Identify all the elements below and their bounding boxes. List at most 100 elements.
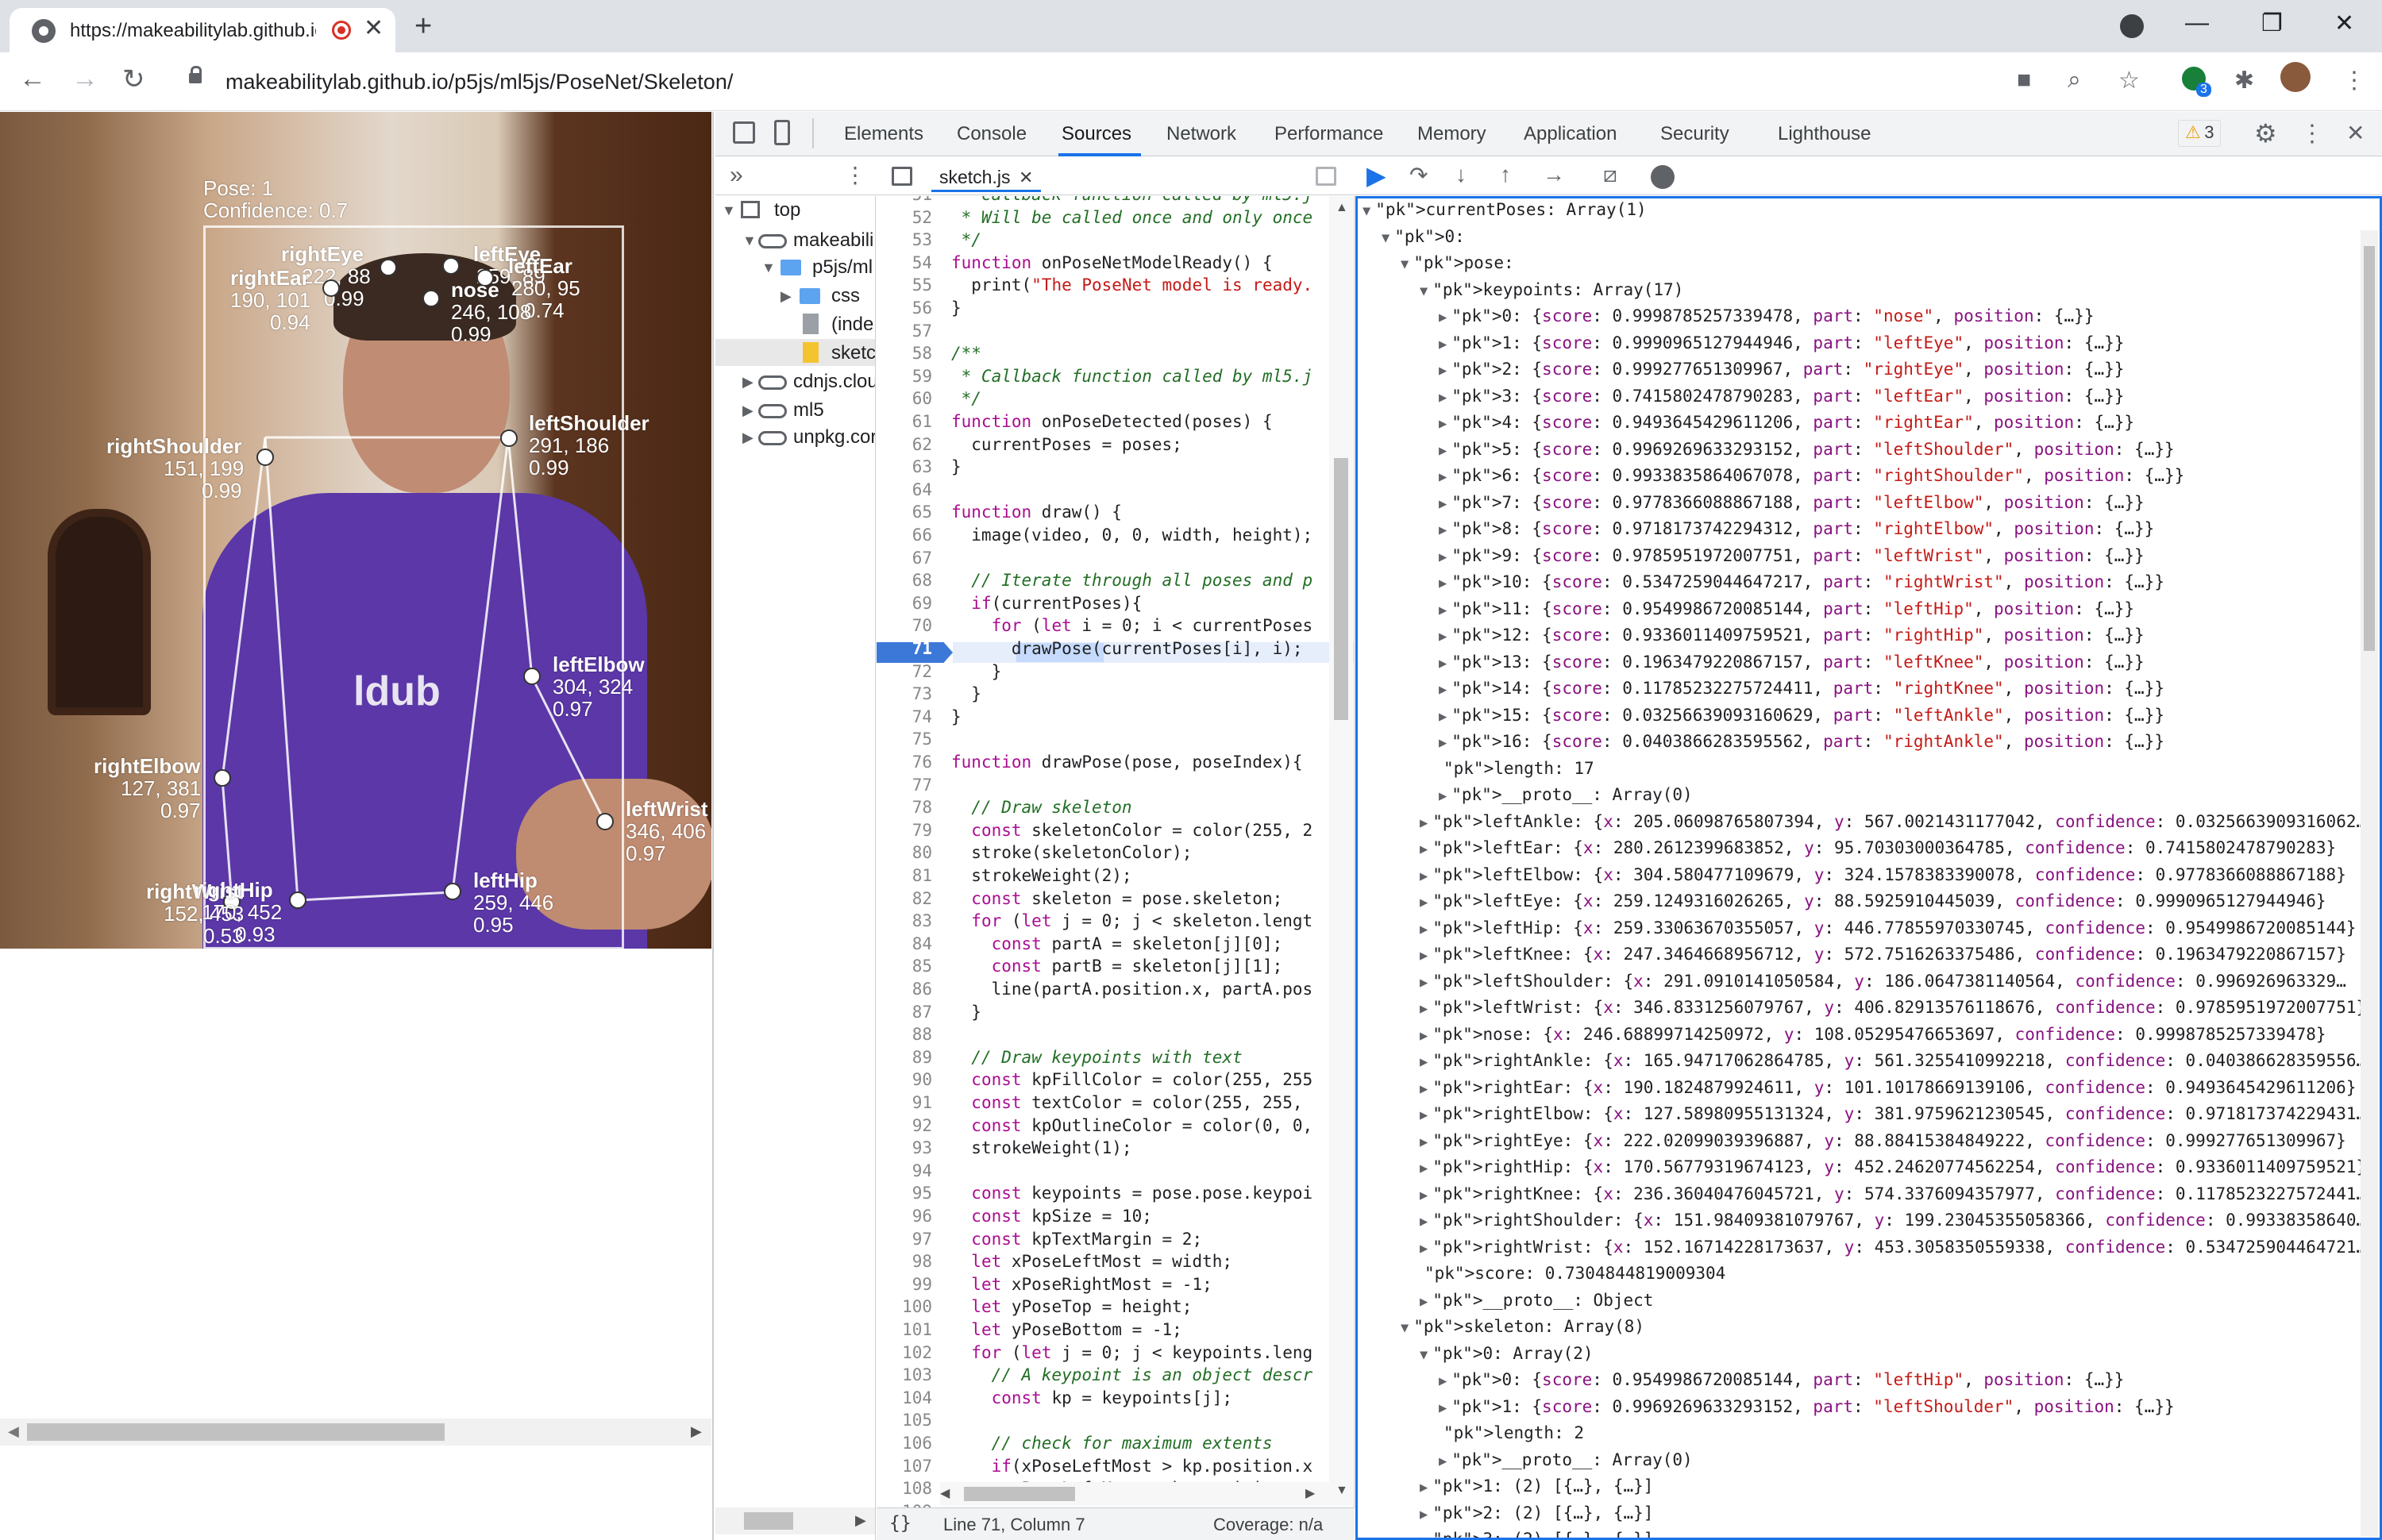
expanded-arrow-icon[interactable]: ▼ (1401, 1320, 1409, 1336)
scroll-left-icon[interactable]: ◀ (8, 1423, 19, 1440)
tree-item-index[interactable]: (inde (715, 310, 875, 337)
collapsed-arrow-icon[interactable]: ▶ (1420, 1134, 1428, 1150)
editor-tab-close-icon[interactable]: ✕ (1019, 167, 1033, 187)
line-number[interactable]: 85 (877, 957, 932, 976)
scrollbar-thumb[interactable] (744, 1512, 793, 1530)
collapsed-arrow-icon[interactable]: ▶ (1420, 1081, 1428, 1097)
scope-row[interactable]: ▶ "pk">1: {score: 0.9969269633293152, par… (1439, 1397, 2175, 1416)
line-number[interactable]: 61 (877, 412, 932, 431)
expanded-arrow-icon[interactable]: ▼ (1382, 230, 1390, 246)
tree-item-p5js-folder[interactable]: ▼ p5js/ml (715, 253, 875, 280)
step-into-icon[interactable]: ↓ (1455, 162, 1467, 187)
restore-icon[interactable]: ❐ (2261, 10, 2283, 37)
scope-row[interactable]: ▶ "pk">4: {score: 0.9493645429611206, par… (1439, 413, 2134, 432)
scope-row[interactable]: ▶ "pk">12: {score: 0.9336011409759521, pa… (1439, 626, 2145, 645)
line-number[interactable]: 95 (877, 1184, 932, 1203)
scope-row[interactable]: ▶ "pk">leftEye: {x: 259.1249316026265, y:… (1420, 891, 2326, 911)
tab-elements[interactable]: Elements (844, 123, 923, 145)
line-number[interactable]: 104 (877, 1388, 932, 1407)
line-number[interactable]: 84 (877, 934, 932, 953)
collapsed-arrow-icon[interactable]: ▶ (1420, 1214, 1428, 1230)
line-number[interactable]: 96 (877, 1207, 932, 1226)
scope-row[interactable]: ▶ "pk">rightHip: {x: 170.56779319674123, … (1420, 1157, 2366, 1176)
scope-row[interactable]: ▶ "pk">leftAnkle: {x: 205.06098765807394,… (1420, 812, 2366, 831)
navigator-menu-icon[interactable]: ⋮ (844, 162, 866, 188)
collapsed-arrow-icon[interactable]: ▶ (1420, 895, 1428, 911)
forward-icon[interactable]: → (71, 64, 98, 94)
collapsed-arrow-icon[interactable]: ▶ (1439, 363, 1447, 379)
scrollbar-thumb[interactable] (2364, 246, 2375, 651)
line-number[interactable]: 90 (877, 1070, 932, 1089)
tab-console[interactable]: Console (957, 123, 1027, 145)
line-number[interactable]: 63 (877, 457, 932, 476)
collapsed-arrow-icon[interactable]: ▶ (1420, 815, 1428, 831)
scope-row[interactable]: ▶ "pk">__proto__: Array(0) (1439, 1450, 1693, 1469)
expanded-arrow-icon[interactable]: ▼ (1363, 203, 1370, 219)
line-number[interactable]: 100 (877, 1297, 932, 1316)
scope-row[interactable]: ▼ "pk">keypoints: Array(17) (1420, 280, 1683, 299)
collapsed-arrow-icon[interactable]: ▶ (1439, 1453, 1447, 1469)
collapsed-arrow-icon[interactable]: ▶ (1439, 682, 1447, 698)
scroll-down-icon[interactable]: ▼ (1336, 1484, 1348, 1498)
collapsed-arrow-icon[interactable]: ▶ (1439, 496, 1447, 512)
collapsed-arrow-icon[interactable]: ▶ (1439, 709, 1447, 725)
inspect-element-icon[interactable] (733, 121, 755, 144)
scope-row[interactable]: ▶ "pk">14: {score: 0.11785232275724411, p… (1439, 679, 2164, 698)
scope-row[interactable]: ▶ "pk">leftEar: {x: 280.2612399683852, y:… (1420, 838, 2336, 857)
line-number[interactable]: 108 (877, 1479, 932, 1498)
collapsed-arrow-icon[interactable]: ▶ (1439, 390, 1447, 406)
line-number[interactable]: 97 (877, 1230, 932, 1249)
scroll-right-icon[interactable]: ▶ (1305, 1485, 1315, 1501)
close-devtools-icon[interactable]: ✕ (2346, 120, 2365, 146)
expanded-arrow-icon[interactable]: ▼ (1420, 1347, 1428, 1363)
collapsed-arrow-icon[interactable]: ▶ (1420, 1001, 1428, 1017)
collapsed-arrow-icon[interactable]: ▶ (1439, 337, 1447, 352)
tree-item-ml5[interactable]: ▶ ml5 (715, 396, 875, 423)
line-number[interactable]: 94 (877, 1161, 932, 1180)
line-number[interactable]: 54 (877, 253, 932, 272)
scope-row[interactable]: ▶ "pk">11: {score: 0.9549986720085144, pa… (1439, 599, 2134, 618)
scope-row[interactable]: ▶ "pk">leftWrist: {x: 346.8331256079767, … (1420, 998, 2366, 1017)
line-number[interactable]: 74 (877, 707, 932, 726)
scope-row[interactable]: ▶ "pk">15: {score: 0.03256639093160629, p… (1439, 706, 2164, 725)
scope-row[interactable]: ▶ "pk">0: {score: 0.9549986720085144, par… (1439, 1370, 2124, 1389)
scope-row[interactable]: ▶ "pk">8: {score: 0.9718173742294312, par… (1439, 519, 2154, 538)
line-number[interactable]: 79 (877, 821, 932, 840)
line-number[interactable]: 102 (877, 1343, 932, 1362)
collapsed-arrow-icon[interactable]: ▶ (1439, 443, 1447, 459)
scroll-up-icon[interactable]: ▲ (1336, 201, 1348, 215)
line-number[interactable]: 77 (877, 776, 932, 795)
collapsed-arrow-icon[interactable]: ▶ (1420, 1188, 1428, 1203)
collapsed-arrow-icon[interactable]: ▶ (1439, 1373, 1447, 1389)
line-number[interactable]: 64 (877, 480, 932, 499)
collapsed-arrow-icon[interactable]: ▶ (1439, 603, 1447, 618)
line-number[interactable]: 66 (877, 526, 932, 545)
line-number[interactable]: 71 (877, 639, 932, 658)
tab-application[interactable]: Application (1524, 123, 1617, 145)
toggle-debugger-icon[interactable] (1316, 167, 1336, 186)
scroll-left-icon[interactable]: ◀ (940, 1485, 950, 1501)
collapsed-arrow-icon[interactable]: ▶ (1439, 629, 1447, 645)
collapsed-arrow-icon[interactable]: ▶ (1439, 549, 1447, 565)
pause-on-exceptions-icon[interactable] (1651, 165, 1675, 189)
new-tab-icon[interactable]: + (414, 10, 432, 44)
line-number[interactable]: 89 (877, 1048, 932, 1067)
scope-row[interactable]: ▶ "pk">rightShoulder: {x: 151.98409381079… (1420, 1211, 2366, 1230)
line-number[interactable]: 57 (877, 321, 932, 341)
step-icon[interactable]: → (1543, 162, 1565, 187)
chrome-menu-icon[interactable]: ⋮ (2342, 67, 2366, 94)
tree-item-makeabilitylab[interactable]: ▼ makeabili (715, 226, 875, 253)
scope-row[interactable]: ▼ "pk">0: Array(2) (1420, 1344, 1594, 1363)
scope-row[interactable]: ▶ "pk">6: {score: 0.9933835864067078, par… (1439, 466, 2184, 485)
line-number[interactable]: 98 (877, 1252, 932, 1271)
device-toolbar-icon[interactable] (774, 120, 790, 145)
collapsed-arrow-icon[interactable]: ▶ (1439, 1400, 1447, 1416)
deactivate-breakpoints-icon[interactable]: ⧄ (1603, 162, 1617, 188)
line-number[interactable]: 51 (877, 196, 932, 204)
tab-search-icon[interactable] (2120, 14, 2144, 38)
scope-row[interactable]: ▶ "pk">rightElbow: {x: 127.58980955131324… (1420, 1104, 2366, 1123)
line-number[interactable]: 58 (877, 344, 932, 363)
line-number[interactable]: 52 (877, 208, 932, 227)
code-editor[interactable]: 51 callback function called by ml5.j 52 *… (877, 196, 1355, 1540)
collapsed-arrow-icon[interactable]: ▶ (1420, 1054, 1428, 1070)
